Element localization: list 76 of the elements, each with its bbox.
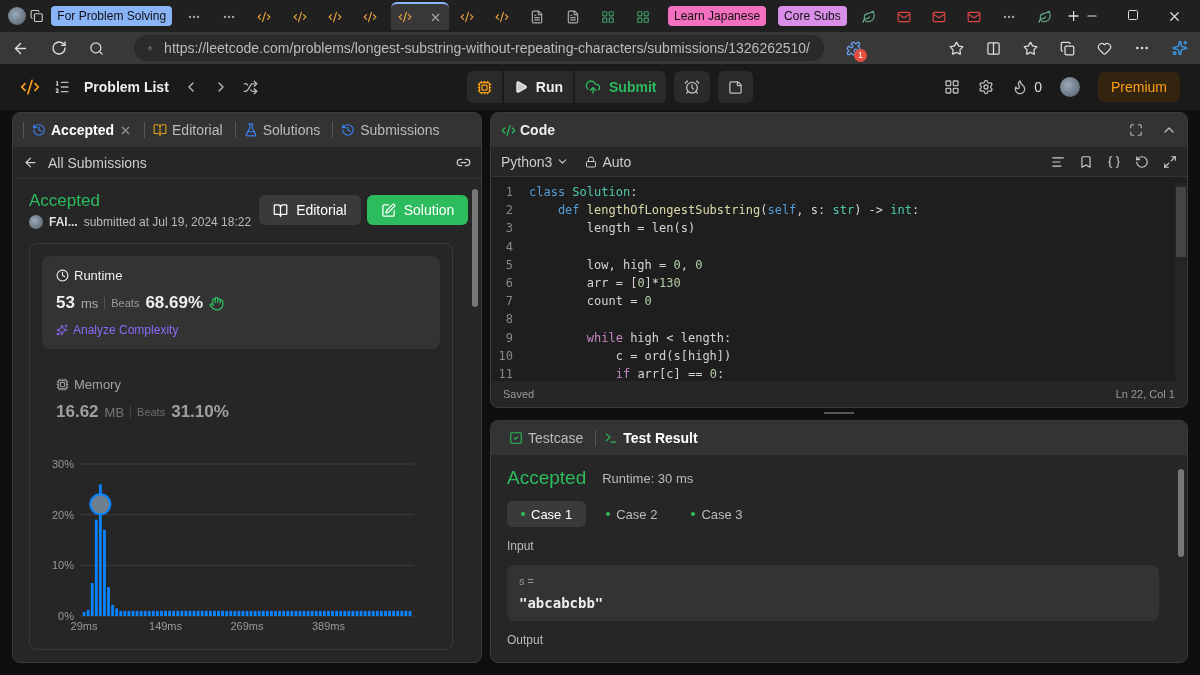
metric-title: Runtime	[74, 268, 123, 283]
url-text: https://leetcode.com/problems/longest-substring-without-repeating-characters/submissions/1326262510/	[164, 40, 810, 56]
code-line: length = len(s)	[585, 221, 696, 236]
line-number: 4	[504, 239, 514, 254]
line-number: 1	[504, 185, 514, 200]
metric-title: Memory	[74, 377, 121, 392]
streak-count: 0	[1034, 79, 1042, 95]
submit-button[interactable]: Submit	[575, 71, 667, 103]
runtime-text: Runtime: 30 ms	[602, 470, 694, 486]
tab-group-label[interactable]: Core Subs	[778, 6, 847, 26]
axis-label: 30%	[51, 458, 74, 470]
all-submissions-link[interactable]: All Submissions	[48, 154, 147, 171]
axis-label: 29ms	[70, 620, 98, 632]
mode-label: Auto	[602, 153, 632, 170]
beats-label: Beats	[130, 406, 166, 418]
address-bar[interactable]: https://leetcode.com/problems/longest-substring-without-repeating-characters/submissions/1326262510/	[134, 35, 824, 61]
line-number: 5	[504, 257, 514, 272]
line-number: 10	[497, 348, 514, 363]
axis-label: 269ms	[230, 620, 264, 632]
status-text: Accepted	[29, 191, 101, 211]
problem-list-link[interactable]: Problem List	[84, 79, 169, 95]
user-name[interactable]: FAI...	[49, 215, 78, 229]
code-line: def lengthOfLongestSubstring(self, s: str) -> int:	[556, 203, 920, 218]
line-number: 7	[504, 294, 514, 309]
axis-label: 389ms	[311, 620, 345, 632]
axis-label: 10%	[51, 559, 74, 572]
line-number: 9	[504, 330, 514, 345]
panel-tab[interactable]: Test Result	[595, 430, 706, 446]
line-number: 8	[504, 312, 514, 327]
beats-label: Beats	[104, 297, 140, 309]
axis-label: 20%	[51, 508, 74, 521]
line-number: 2	[504, 203, 514, 218]
case-tab[interactable]: Case 3	[677, 501, 757, 527]
code-line: count = 0	[585, 294, 652, 309]
notification-badge: 1	[854, 48, 867, 62]
metric-unit: MB	[104, 404, 125, 420]
metric-card[interactable]: Runtime 53 ms Beats 68.69% Analyze Complexity	[42, 256, 440, 349]
code-line: while high < length:	[585, 330, 732, 345]
axis-label: 149ms	[149, 620, 183, 632]
panel-title: Code	[520, 122, 555, 138]
panel-tab[interactable]: Submissions	[332, 122, 448, 138]
output-label: Output	[507, 633, 545, 647]
code-line: low, high = 0, 0	[585, 257, 703, 272]
tab-group-label[interactable]: For Problem Solving	[51, 6, 173, 26]
result-status: Accepted	[507, 467, 587, 489]
beats-percent: 31.10%	[171, 402, 229, 422]
metric-value: 53	[56, 293, 75, 313]
run-button[interactable]: Run	[503, 71, 573, 103]
metric-card[interactable]: Memory 16.62 MB Beats 31.10%	[42, 365, 440, 434]
code-line: c = ord(s[high])	[614, 348, 732, 363]
line-number: 6	[504, 276, 514, 291]
variable-name: s =	[519, 575, 535, 587]
submitted-time: submitted at Jul 19, 2024 18:22	[83, 215, 252, 229]
code-line: arr = [0]*130	[585, 276, 681, 291]
code-line: if arr[c] == 0:	[614, 366, 725, 381]
panel-tab[interactable]: Testcase	[501, 430, 592, 446]
axis-label: 0%	[58, 610, 74, 622]
saved-status: Saved	[503, 388, 535, 400]
panel-tab[interactable]: Solutions	[234, 122, 329, 138]
input-value: "abcabcbb"	[519, 595, 605, 611]
cursor-position: Ln 22, Col 1	[1115, 388, 1175, 400]
code-line: class Solution:	[529, 185, 638, 200]
language-select[interactable]: Python3	[501, 153, 570, 170]
beats-percent: 68.69%	[145, 293, 204, 313]
case-tab[interactable]: Case 1	[507, 501, 587, 527]
case-tab[interactable]: Case 2	[592, 501, 672, 527]
metric-unit: ms	[80, 295, 99, 311]
tab-group-label[interactable]: Learn Japanese	[668, 6, 767, 26]
panel-tab[interactable]: Accepted	[23, 122, 141, 138]
premium-button[interactable]: Premium	[1098, 72, 1180, 102]
input-label: Input	[507, 539, 535, 553]
panel-tab[interactable]: Editorial	[144, 122, 231, 138]
line-number: 3	[504, 221, 514, 236]
editorial-button[interactable]: Editorial	[259, 195, 361, 225]
line-number: 11	[497, 366, 514, 381]
metric-value: 16.62	[56, 402, 99, 422]
